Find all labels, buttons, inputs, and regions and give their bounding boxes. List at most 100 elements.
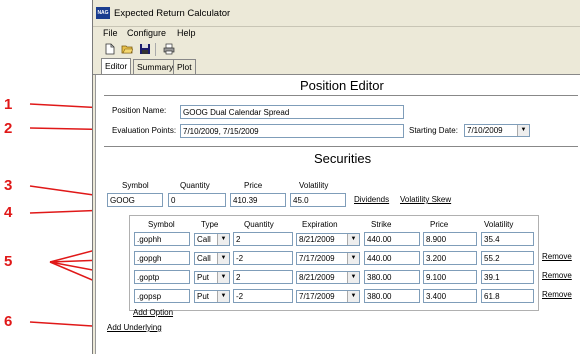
underlying-header-price: Price bbox=[244, 181, 263, 190]
underlying-price-field[interactable]: 410.39 bbox=[230, 193, 286, 207]
tab-plot[interactable]: Plot bbox=[173, 59, 196, 74]
underlying-header-volatility: Volatility bbox=[299, 181, 329, 190]
menu-bar: File Configure Help bbox=[93, 27, 580, 40]
save-disk-icon[interactable] bbox=[139, 43, 151, 55]
position-editor-heading: Position Editor bbox=[300, 78, 384, 93]
open-folder-icon[interactable] bbox=[121, 43, 133, 55]
option-quantity-field[interactable]: 2 bbox=[233, 270, 293, 284]
option-price-field[interactable]: 3.400 bbox=[423, 289, 477, 303]
option-type-select[interactable]: Put ▼ bbox=[194, 290, 230, 303]
option-price-field[interactable]: 8.900 bbox=[423, 232, 477, 246]
dividends-link[interactable]: Dividends bbox=[354, 195, 389, 204]
option-symbol-field[interactable]: .goptp bbox=[134, 270, 190, 284]
menu-help[interactable]: Help bbox=[177, 28, 196, 38]
option-volatility-field[interactable]: 55.2 bbox=[481, 251, 534, 265]
option-quantity-field[interactable]: -2 bbox=[233, 289, 293, 303]
tab-editor[interactable]: Editor bbox=[101, 58, 132, 74]
window-title: Expected Return Calculator bbox=[114, 8, 231, 19]
option-expiration-select[interactable]: 8/21/2009 ▼ bbox=[296, 233, 360, 246]
starting-date-label: Starting Date: bbox=[409, 126, 458, 135]
option-price-field[interactable]: 9.100 bbox=[423, 270, 477, 284]
option-header-symbol: Symbol bbox=[148, 220, 175, 229]
underlying-quantity-field[interactable]: 0 bbox=[168, 193, 226, 207]
heading-divider bbox=[104, 95, 578, 96]
option-type-select[interactable]: Call ▼ bbox=[194, 233, 230, 246]
underlying-symbol-field[interactable]: GOOG bbox=[107, 193, 163, 207]
annotation-marker-3: 3 bbox=[4, 177, 13, 194]
menu-file[interactable]: File bbox=[103, 28, 118, 38]
app-icon: NAG bbox=[96, 7, 110, 19]
annotation-marker-1: 1 bbox=[4, 96, 13, 113]
editor-panel: Position Editor Position Name: GOOG Dual… bbox=[95, 75, 580, 354]
option-symbol-field[interactable]: .gophh bbox=[134, 232, 190, 246]
print-icon[interactable] bbox=[163, 43, 175, 55]
option-header-volatility: Volatility bbox=[484, 220, 514, 229]
section-divider bbox=[104, 146, 578, 147]
underlying-header-quantity: Quantity bbox=[180, 181, 210, 190]
volatility-skew-link[interactable]: Volatility Skew bbox=[400, 195, 451, 204]
chevron-down-icon[interactable]: ▼ bbox=[347, 272, 359, 283]
toolbar-separator bbox=[155, 43, 156, 56]
option-price-field[interactable]: 3.200 bbox=[423, 251, 477, 265]
chevron-down-icon[interactable]: ▼ bbox=[217, 234, 229, 245]
option-expiration-value: 7/17/2009 bbox=[299, 292, 335, 301]
option-volatility-field[interactable]: 35.4 bbox=[481, 232, 534, 246]
tab-summary[interactable]: Summary bbox=[133, 59, 178, 74]
option-symbol-field[interactable]: .gopsp bbox=[134, 289, 190, 303]
annotation-marker-6: 6 bbox=[4, 313, 13, 330]
toolbar bbox=[93, 42, 580, 57]
option-type-select[interactable]: Put ▼ bbox=[194, 271, 230, 284]
option-header-expiration: Expiration bbox=[302, 220, 338, 229]
option-expiration-value: 8/21/2009 bbox=[299, 273, 335, 282]
option-type-select[interactable]: Call ▼ bbox=[194, 252, 230, 265]
option-strike-field[interactable]: 440.00 bbox=[364, 232, 420, 246]
option-expiration-select[interactable]: 7/17/2009 ▼ bbox=[296, 290, 360, 303]
starting-date-select[interactable]: 7/10/2009 ▼ bbox=[464, 124, 530, 137]
option-type-value: Call bbox=[197, 235, 211, 244]
remove-option-link[interactable]: Remove bbox=[542, 290, 572, 299]
chevron-down-icon[interactable]: ▼ bbox=[517, 125, 529, 136]
chevron-down-icon[interactable]: ▼ bbox=[347, 291, 359, 302]
annotation-marker-5: 5 bbox=[4, 253, 13, 270]
annotation-marker-4: 4 bbox=[4, 204, 13, 221]
menu-configure[interactable]: Configure bbox=[127, 28, 166, 38]
option-volatility-field[interactable]: 61.8 bbox=[481, 289, 534, 303]
option-symbol-field[interactable]: .gopgh bbox=[134, 251, 190, 265]
add-underlying-link[interactable]: Add Underlying bbox=[107, 323, 162, 332]
starting-date-value: 7/10/2009 bbox=[467, 126, 503, 135]
position-name-field[interactable]: GOOG Dual Calendar Spread bbox=[180, 105, 404, 119]
option-quantity-field[interactable]: 2 bbox=[233, 232, 293, 246]
option-strike-field[interactable]: 440.00 bbox=[364, 251, 420, 265]
title-bar: NAG Expected Return Calculator bbox=[93, 0, 580, 27]
chevron-down-icon[interactable]: ▼ bbox=[217, 291, 229, 302]
new-file-icon[interactable] bbox=[104, 43, 116, 55]
option-quantity-field[interactable]: -2 bbox=[233, 251, 293, 265]
option-strike-field[interactable]: 380.00 bbox=[364, 289, 420, 303]
option-header-strike: Strike bbox=[371, 220, 392, 229]
chevron-down-icon[interactable]: ▼ bbox=[217, 253, 229, 264]
chevron-down-icon[interactable]: ▼ bbox=[347, 234, 359, 245]
option-type-value: Put bbox=[197, 273, 210, 282]
option-header-quantity: Quantity bbox=[244, 220, 274, 229]
evaluation-points-field[interactable]: 7/10/2009, 7/15/2009 bbox=[180, 124, 404, 138]
underlying-header-symbol: Symbol bbox=[122, 181, 149, 190]
tab-strip: Editor Summary Plot bbox=[93, 58, 580, 75]
remove-option-link[interactable]: Remove bbox=[542, 252, 572, 261]
position-name-label: Position Name: bbox=[112, 106, 167, 115]
option-type-value: Call bbox=[197, 254, 211, 263]
annotation-marker-2: 2 bbox=[4, 120, 13, 137]
chevron-down-icon[interactable]: ▼ bbox=[217, 272, 229, 283]
underlying-volatility-field[interactable]: 45.0 bbox=[290, 193, 346, 207]
evaluation-points-label: Evaluation Points: bbox=[112, 126, 177, 135]
option-strike-field[interactable]: 380.00 bbox=[364, 270, 420, 284]
option-header-type: Type bbox=[201, 220, 219, 229]
option-expiration-value: 8/21/2009 bbox=[299, 235, 335, 244]
add-option-link[interactable]: Add Option bbox=[133, 308, 173, 317]
remove-option-link[interactable]: Remove bbox=[542, 271, 572, 280]
option-volatility-field[interactable]: 39.1 bbox=[481, 270, 534, 284]
option-type-value: Put bbox=[197, 292, 210, 301]
option-expiration-select[interactable]: 8/21/2009 ▼ bbox=[296, 271, 360, 284]
app-window: NAG Expected Return Calculator File Conf… bbox=[92, 0, 580, 354]
chevron-down-icon[interactable]: ▼ bbox=[347, 253, 359, 264]
option-expiration-select[interactable]: 7/17/2009 ▼ bbox=[296, 252, 360, 265]
